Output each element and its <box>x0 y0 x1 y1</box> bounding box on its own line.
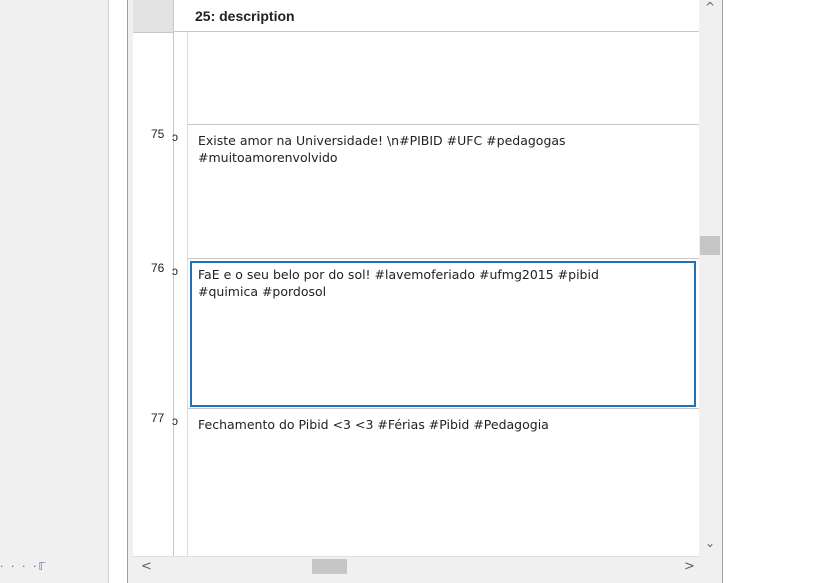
row-number-suffix: ɔ <box>172 414 178 428</box>
horizontal-scroll-thumb[interactable] <box>312 559 347 574</box>
vertical-scrollbar[interactable]: ^ ⌄ <box>699 0 721 556</box>
select-all-corner[interactable] <box>133 0 174 33</box>
scroll-down-icon[interactable]: ⌄ <box>699 536 721 550</box>
row-divider <box>188 408 699 409</box>
data-grid[interactable]: 25: description 75 ɔ Existe amor na Univ… <box>133 0 699 556</box>
table-row[interactable]: 77 ɔ Fechamento do Pibid <3 <3 #Férias #… <box>133 408 699 542</box>
left-panel-glyph: · · · ·ℾ <box>0 560 48 573</box>
scroll-up-icon[interactable]: ^ <box>699 0 721 14</box>
table-row-selected[interactable]: 76 ɔ FaE e o seu belo por do sol! #lavem… <box>133 258 699 407</box>
row-number-suffix: ɔ <box>172 130 178 144</box>
scroll-left-icon[interactable]: < <box>141 559 152 574</box>
description-cell[interactable]: FaE e o seu belo por do sol! #lavemoferi… <box>198 266 668 300</box>
scroll-right-icon[interactable]: > <box>684 559 695 574</box>
row-divider <box>188 124 699 125</box>
scrollbar-corner <box>699 556 721 576</box>
description-cell[interactable]: Existe amor na Universidade! \n#PIBID #U… <box>198 132 668 166</box>
left-panel: · · · ·ℾ <box>0 0 109 583</box>
row-number[interactable]: 75 <box>151 127 164 141</box>
description-cell[interactable]: Fechamento do Pibid <3 <3 #Férias #Pibid… <box>198 416 668 433</box>
table-row[interactable]: 75 ɔ Existe amor na Universidade! \n#PIB… <box>133 124 699 258</box>
row-number[interactable]: 76 <box>151 261 164 275</box>
vertical-scroll-thumb[interactable] <box>700 236 720 255</box>
row-divider <box>188 258 699 259</box>
row-number[interactable]: 77 <box>151 411 164 425</box>
column-header-description[interactable]: 25: description <box>174 0 699 32</box>
horizontal-scrollbar[interactable]: < > <box>133 556 699 577</box>
row-number-suffix: ɔ <box>172 264 178 278</box>
